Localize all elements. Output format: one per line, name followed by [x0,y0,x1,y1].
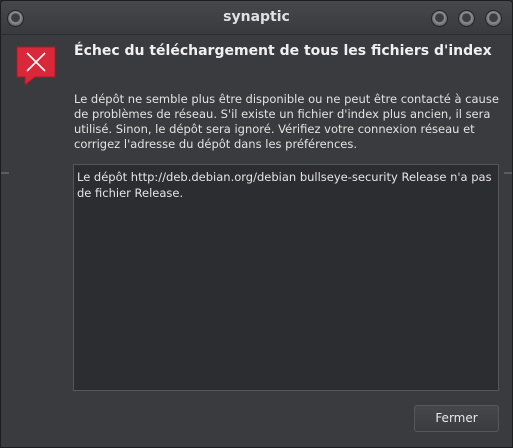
titlebar[interactable]: synaptic [1,1,512,35]
dialog-heading: Échec du téléchargement de tous les fich… [74,43,492,59]
dialog-window: synaptic Échec du téléchargement de tous… [0,0,513,448]
error-icon [16,46,56,87]
maximize-button[interactable] [458,10,475,27]
separator-left [1,172,9,174]
separator-right [504,172,512,174]
minimize-button[interactable] [431,10,448,27]
dialog-message: Le dépôt ne semble plus être disponible … [74,92,499,151]
details-textbox[interactable]: Le dépôt http://deb.debian.org/debian bu… [73,164,499,391]
close-window-button[interactable] [485,10,502,27]
close-button[interactable]: Fermer [414,405,499,432]
